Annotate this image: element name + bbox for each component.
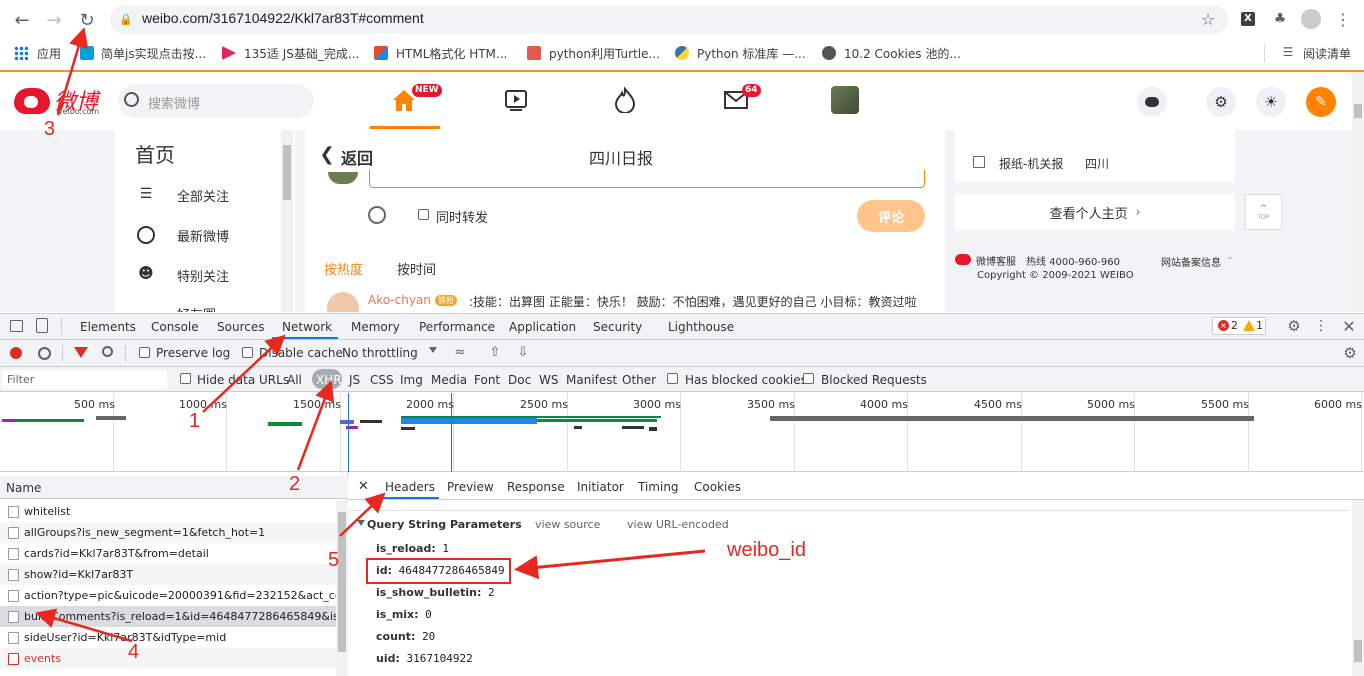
annotation-number-5: 5 (328, 549, 340, 571)
arrow-weibo-id (514, 549, 706, 580)
annotation-number-2: 2 (289, 473, 301, 495)
annotation-number-3: 3 (44, 118, 56, 140)
arrow-4 (35, 608, 133, 643)
arrow-3 (56, 27, 89, 116)
arrow-1 (202, 334, 286, 413)
arrow-2 (296, 380, 335, 471)
annotation-arrows (35, 27, 706, 643)
arrow-5 (339, 492, 386, 537)
annotation-number-1: 1 (189, 410, 201, 432)
annotation-weibo-id: weibo_id (727, 539, 806, 561)
annotation-number-4: 4 (128, 641, 140, 663)
